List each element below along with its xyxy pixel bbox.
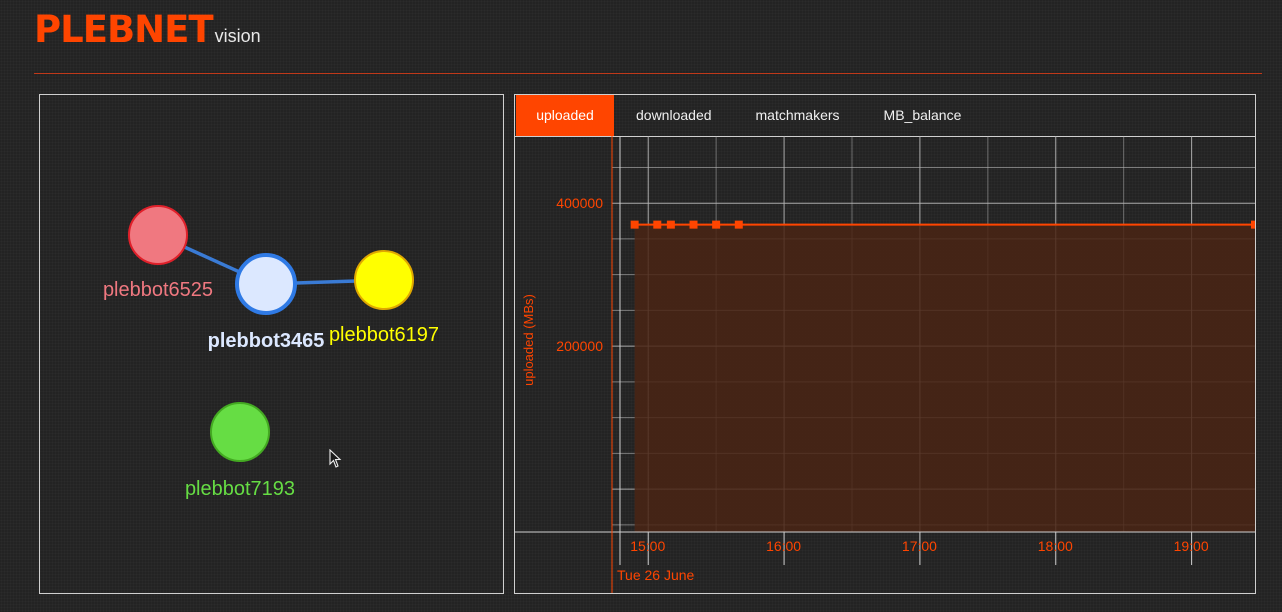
node-label-plebbot7193: plebbot7193: [185, 478, 295, 500]
app-logo: PLEBNET vision: [34, 8, 261, 54]
y-tick-label: 400000: [556, 195, 603, 211]
data-point: [689, 220, 698, 229]
data-point: [734, 220, 743, 229]
chart-panel: uploaded downloaded matchmakers MB_balan…: [514, 94, 1256, 594]
node-label-plebbot3465: plebbot3465: [208, 330, 325, 352]
node-circle-plebbot6197[interactable]: [354, 250, 414, 310]
data-point: [712, 220, 721, 229]
data-point: [630, 220, 639, 229]
x-tick-label: 18:00: [1038, 538, 1073, 554]
node-circle-plebbot6525[interactable]: [128, 205, 188, 265]
y-axis-label: uploaded (MBs): [521, 294, 536, 386]
x-date-label: Tue 26 June: [617, 567, 695, 583]
network-graph: plebbot6525 plebbot3465 plebbot6197 pleb…: [103, 205, 439, 500]
network-node[interactable]: plebbot7193: [185, 402, 295, 500]
node-circle-plebbot3465[interactable]: [235, 253, 297, 315]
x-tick-label: 16:00: [766, 538, 801, 554]
x-tick-label: 17:00: [902, 538, 937, 554]
uploaded-chart: 200000 400000 uploaded (MBs) 15:00 16:00 17:0…: [515, 136, 1255, 593]
network-node[interactable]: plebbot3465: [208, 253, 325, 352]
brand-subtitle: vision: [214, 26, 261, 46]
x-tick-label: 15:00: [630, 538, 665, 554]
node-label-plebbot6525: plebbot6525: [103, 279, 213, 301]
node-circle-plebbot7193[interactable]: [210, 402, 270, 462]
tabs-underline: [515, 136, 1255, 137]
series-area: [634, 224, 1255, 532]
brand-title: PLEBNET: [34, 8, 214, 51]
data-point: [1251, 220, 1255, 229]
x-tick-label: 19:00: [1174, 538, 1209, 554]
network-node[interactable]: plebbot6197: [329, 250, 439, 346]
network-graph-panel: plebbot6525 plebbot3465 plebbot6197 pleb…: [39, 94, 504, 594]
data-point: [653, 220, 662, 229]
header-divider: [34, 73, 1262, 74]
data-point: [666, 220, 675, 229]
y-tick-label: 200000: [556, 338, 603, 354]
node-label-plebbot6197: plebbot6197: [329, 324, 439, 346]
mouse-cursor-icon: [329, 448, 343, 474]
